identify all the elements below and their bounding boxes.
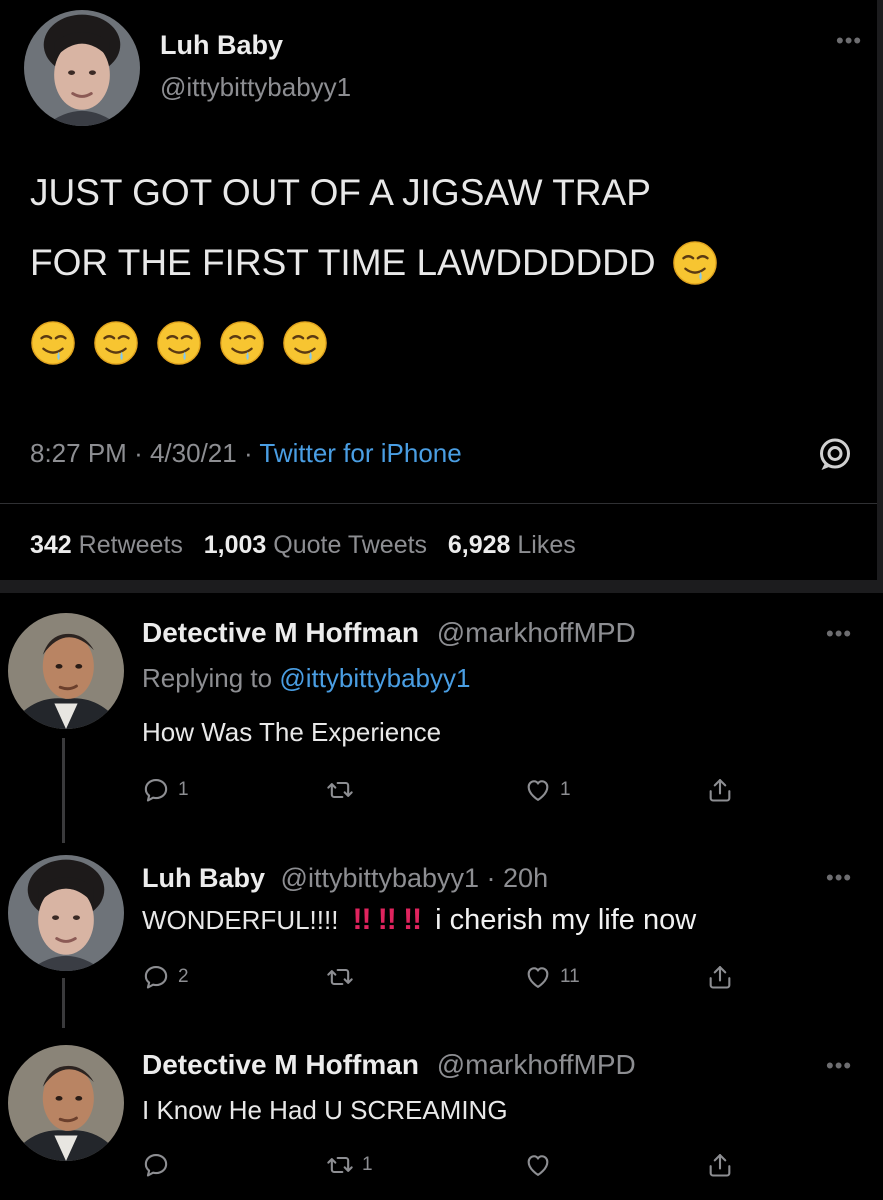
retweet-button[interactable]: 1 <box>326 1151 373 1179</box>
reply-text: I Know He Had U SCREAMING <box>142 1095 508 1125</box>
reply-time[interactable]: · 20h <box>487 863 549 893</box>
reply-button[interactable]: 1 <box>142 776 189 804</box>
drooling-face-icon <box>93 320 139 366</box>
meta-separator: · <box>243 438 253 468</box>
tweet-time[interactable]: 8:27 PM <box>30 438 127 468</box>
share-button[interactable] <box>706 776 734 804</box>
tweet-date[interactable]: 4/30/21 <box>150 438 237 468</box>
thread-line <box>62 738 65 843</box>
avatar[interactable] <box>24 10 140 126</box>
reply-thread: Detective M Hoffman @markhoffMPD ••• Rep… <box>0 593 883 1200</box>
avatar[interactable] <box>8 855 124 971</box>
replying-prefix: Replying to <box>142 663 273 693</box>
reply-count: 1 <box>178 779 189 800</box>
reply-count: 2 <box>178 966 189 987</box>
likes-label[interactable]: Likes <box>517 531 575 559</box>
like-count: 1 <box>560 779 571 800</box>
like-button[interactable] <box>524 1151 560 1179</box>
overlay-caption: i cherish my life now <box>435 904 697 936</box>
drooling-face-icon <box>156 320 202 366</box>
more-icon[interactable]: ••• <box>836 30 862 52</box>
retweets-count[interactable]: 342 <box>30 531 72 559</box>
like-button[interactable]: 1 <box>524 776 571 804</box>
main-tweet: Luh Baby @ittybittybabyy1 ••• JUST GOT O… <box>0 0 877 580</box>
drooling-face-icon <box>219 320 265 366</box>
reply-header: Luh Baby @ittybittybabyy1 · 20h <box>142 863 548 894</box>
tweet-text-line-2-label: FOR THE FIRST TIME LAWDDDDDD <box>30 242 656 283</box>
reply-header: Detective M Hoffman @markhoffMPD <box>142 617 636 649</box>
author-name[interactable]: Detective M Hoffman <box>142 1049 419 1080</box>
reply-button[interactable]: 2 <box>142 963 189 991</box>
retweet-count: 1 <box>362 1154 373 1175</box>
tweet-meta: 8:27 PM · 4/30/21 · Twitter for iPhone <box>30 438 462 469</box>
author-name[interactable]: Luh Baby <box>142 863 265 893</box>
reply-text: WONDERFUL!!!! <box>142 905 339 935</box>
engagement-divider <box>0 503 877 504</box>
tweet-text-line-1: JUST GOT OUT OF A JIGSAW TRAP <box>30 172 651 213</box>
drooling-face-icon <box>282 320 328 366</box>
author-handle[interactable]: @markhoffMPD <box>437 617 636 648</box>
more-icon[interactable]: ••• <box>826 867 852 889</box>
double-exclamation-icon: !! !! !! <box>352 903 422 936</box>
likes-count[interactable]: 6,928 <box>448 531 511 559</box>
tweet-source[interactable]: Twitter for iPhone <box>259 438 461 468</box>
quote-bubble-icon[interactable] <box>817 437 853 473</box>
avatar[interactable] <box>8 1045 124 1161</box>
like-count: 11 <box>560 966 580 987</box>
engagement-stats: 342 Retweets 1,003 Quote Tweets 6,928 Li… <box>30 531 576 560</box>
more-icon[interactable]: ••• <box>826 623 852 645</box>
drooling-face-icon <box>30 320 76 366</box>
share-button[interactable] <box>706 1151 734 1179</box>
author-handle[interactable]: @ittybittybabyy1 <box>160 72 351 103</box>
share-button[interactable] <box>706 963 734 991</box>
tweet-text-line-2: FOR THE FIRST TIME LAWDDDDDD <box>30 240 718 286</box>
replying-to: Replying to @ittybittybabyy1 <box>142 663 470 694</box>
drooling-face-icon <box>672 240 718 286</box>
reply-text-row: WONDERFUL!!!! !! !! !! i cherish my life… <box>142 903 696 937</box>
reply-header: Detective M Hoffman @markhoffMPD <box>142 1049 636 1081</box>
avatar[interactable] <box>8 613 124 729</box>
author-handle[interactable]: @ittybittybabyy1 <box>281 863 480 893</box>
author-handle[interactable]: @markhoffMPD <box>437 1049 636 1080</box>
retweet-button[interactable] <box>326 963 362 991</box>
quotes-label[interactable]: Quote Tweets <box>273 531 427 559</box>
retweets-label[interactable]: Retweets <box>79 531 183 559</box>
emoji-row <box>30 320 328 366</box>
thread-line <box>62 978 65 1028</box>
replying-to-handle[interactable]: @ittybittybabyy1 <box>279 663 470 693</box>
author-name[interactable]: Detective M Hoffman <box>142 617 419 648</box>
reply-text: How Was The Experience <box>142 717 442 747</box>
quotes-count[interactable]: 1,003 <box>204 531 267 559</box>
retweet-button[interactable] <box>326 776 362 804</box>
more-icon[interactable]: ••• <box>826 1055 852 1077</box>
meta-separator: · <box>134 438 143 468</box>
author-name[interactable]: Luh Baby <box>160 30 283 61</box>
like-button[interactable]: 11 <box>524 963 580 991</box>
reply-button[interactable] <box>142 1151 178 1179</box>
